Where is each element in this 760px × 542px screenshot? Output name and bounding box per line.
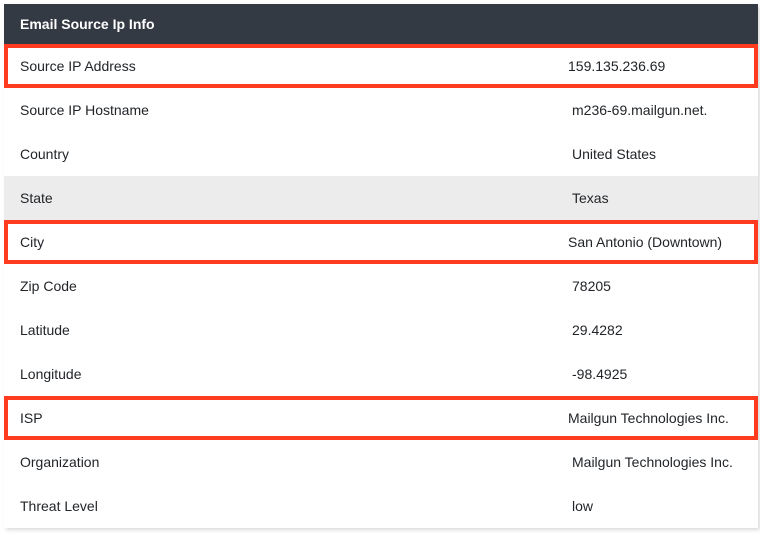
row-value: Mailgun Technologies Inc. <box>568 410 742 426</box>
row-value: 78205 <box>572 278 742 294</box>
info-row: CountryUnited States <box>4 132 758 176</box>
row-label: Country <box>20 146 572 162</box>
row-label: Source IP Address <box>20 58 568 74</box>
row-value: 159.135.236.69 <box>568 58 742 74</box>
row-value: m236-69.mailgun.net. <box>572 102 742 118</box>
info-row: Threat Levellow <box>4 484 758 528</box>
row-value: Mailgun Technologies Inc. <box>572 454 742 470</box>
info-row: Latitude29.4282 <box>4 308 758 352</box>
info-panel: Email Source Ip Info Source IP Address15… <box>4 4 758 528</box>
row-label: Organization <box>20 454 572 470</box>
info-row: Longitude-98.4925 <box>4 352 758 396</box>
row-label: ISP <box>20 410 568 426</box>
row-label: Latitude <box>20 322 572 338</box>
info-row: ISPMailgun Technologies Inc. <box>4 396 758 440</box>
panel-title: Email Source Ip Info <box>20 16 155 32</box>
info-row: Zip Code78205 <box>4 264 758 308</box>
row-label: State <box>20 190 572 206</box>
row-label: Threat Level <box>20 498 572 514</box>
row-label: Source IP Hostname <box>20 102 572 118</box>
info-row: StateTexas <box>4 176 758 220</box>
row-value: San Antonio (Downtown) <box>568 234 742 250</box>
info-row: OrganizationMailgun Technologies Inc. <box>4 440 758 484</box>
row-value: low <box>572 498 742 514</box>
row-label: Zip Code <box>20 278 572 294</box>
info-row: CitySan Antonio (Downtown) <box>4 220 758 264</box>
info-row: Source IP Hostnamem236-69.mailgun.net. <box>4 88 758 132</box>
info-row: Source IP Address159.135.236.69 <box>4 44 758 88</box>
rows-container: Source IP Address159.135.236.69Source IP… <box>4 44 758 528</box>
row-value: -98.4925 <box>572 366 742 382</box>
row-value: 29.4282 <box>572 322 742 338</box>
panel-header: Email Source Ip Info <box>4 4 758 44</box>
row-value: United States <box>572 146 742 162</box>
row-value: Texas <box>572 190 742 206</box>
row-label: Longitude <box>20 366 572 382</box>
row-label: City <box>20 234 568 250</box>
